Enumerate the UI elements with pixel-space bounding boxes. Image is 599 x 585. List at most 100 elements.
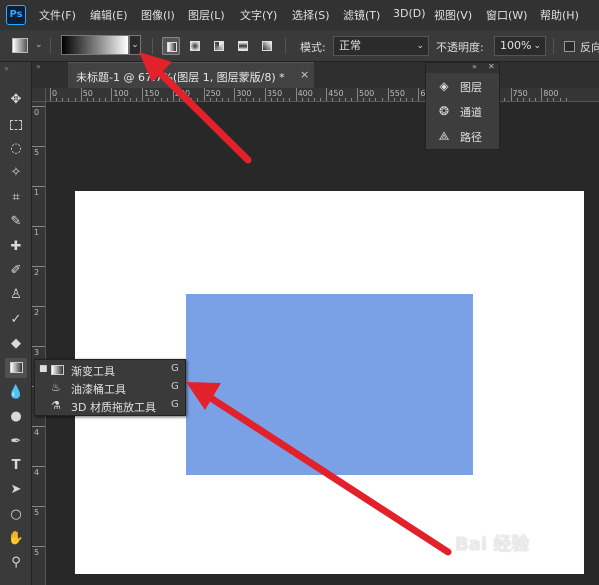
type-tool-icon[interactable]: T — [5, 456, 27, 476]
dodge-tool-icon[interactable]: ● — [5, 407, 27, 427]
ruler-minor-tick — [553, 98, 555, 101]
ruler-minor-tick — [62, 98, 64, 101]
tools-panel: » ✥ ◌ ✧ ⌗ ✎ ✚ ✐ ♙ ✓ ◆ 💧 ● ✒ T ➤ ○ ✋ ⚲ — [0, 62, 32, 585]
close-icon[interactable]: ✕ — [488, 62, 495, 71]
ruler-tick — [541, 88, 543, 101]
radial-gradient-button[interactable] — [186, 37, 204, 55]
ruler-minor-tick — [565, 98, 567, 101]
tool-preset-picker[interactable] — [12, 38, 28, 53]
collapsed-panel-dock: » ✕ ◈ 图层 ❂ 通道 ⟁ 路径 — [425, 62, 500, 150]
healing-brush-icon[interactable]: ✚ — [5, 237, 27, 257]
flyout-item-gradient-tool[interactable]: ■ 渐变工具 G — [35, 361, 187, 379]
active-bullet-icon: ■ — [39, 364, 48, 374]
reverse-checkbox[interactable] — [564, 41, 575, 52]
lasso-tool-icon[interactable]: ◌ — [5, 139, 27, 159]
gradient-dropdown-button[interactable]: ⌄ — [129, 35, 141, 55]
watermark: Bai 经验 — [455, 534, 530, 555]
ruler-minor-tick — [344, 98, 346, 101]
ruler-minor-tick — [228, 98, 230, 101]
ruler-label: 2 — [34, 308, 40, 317]
ruler-minor-tick — [375, 98, 377, 101]
chevron-down-icon[interactable]: ⌄ — [35, 40, 43, 50]
gradient-preview[interactable] — [61, 35, 129, 55]
panel-item-paths[interactable]: ⟁ 路径 — [426, 123, 499, 148]
ruler-label: 450 — [328, 89, 344, 98]
ruler-minor-tick — [56, 98, 58, 101]
menu-help[interactable]: 帮助(H) — [540, 7, 579, 23]
history-brush-icon[interactable]: ✓ — [5, 310, 27, 330]
panel-header: » ✕ — [426, 62, 499, 73]
opacity-field[interactable]: 100% ⌄ — [494, 36, 546, 56]
brush-tool-icon[interactable]: ✐ — [5, 261, 27, 281]
hand-tool-icon[interactable]: ✋ — [5, 529, 27, 549]
ruler-minor-tick — [393, 98, 395, 101]
clone-stamp-icon[interactable]: ♙ — [5, 285, 27, 305]
ruler-label: 500 — [359, 89, 375, 98]
ruler-label: 5 — [34, 508, 40, 517]
paint-bucket-icon: ♨ — [51, 381, 61, 394]
blur-tool-icon[interactable]: 💧 — [5, 383, 27, 403]
flyout-item-3d-material-drop[interactable]: ⚗ 3D 材质拖放工具 G — [35, 397, 187, 415]
menu-type[interactable]: 文字(Y) — [240, 7, 277, 23]
ruler-minor-tick — [68, 98, 70, 101]
eraser-tool-icon[interactable]: ◆ — [5, 334, 27, 354]
mode-select[interactable]: 正常 ⌄ — [333, 36, 429, 56]
menu-layer[interactable]: 图层(L) — [188, 7, 225, 23]
ruler-minor-tick — [271, 98, 273, 101]
angle-gradient-button[interactable] — [210, 37, 228, 55]
panel-grip[interactable]: » — [4, 64, 9, 73]
pen-tool-icon[interactable]: ✒ — [5, 432, 27, 452]
ruler-minor-tick — [338, 98, 340, 101]
menu-select[interactable]: 选择(S) — [292, 7, 330, 23]
ruler-label: 0 — [34, 108, 40, 117]
flyout-item-paint-bucket[interactable]: ♨ 油漆桶工具 G — [35, 379, 187, 397]
ruler-minor-tick — [283, 98, 285, 101]
menu-filter[interactable]: 滤镜(T) — [343, 7, 380, 23]
document-tab[interactable]: 未标题-1 @ 67.7%(图层 1, 图层蒙版/8) * × — [68, 62, 314, 88]
menu-edit[interactable]: 编辑(E) — [90, 7, 128, 23]
path-selection-icon[interactable]: ➤ — [5, 480, 27, 500]
linear-gradient-button[interactable] — [162, 37, 180, 55]
ruler-tick — [264, 88, 266, 101]
panel-item-layers[interactable]: ◈ 图层 — [426, 73, 499, 98]
crop-tool-icon[interactable]: ⌗ — [5, 188, 27, 208]
menu-3d[interactable]: 3D(D) — [393, 7, 426, 20]
paths-icon: ⟁ — [438, 129, 450, 143]
gradient-tool-icon[interactable] — [5, 358, 27, 378]
magic-wand-tool-icon[interactable]: ✧ — [5, 163, 27, 183]
ruler-minor-tick — [332, 98, 334, 101]
ruler-tick — [510, 88, 512, 101]
ruler-label: 800 — [543, 89, 559, 98]
panel-item-label: 图层 — [460, 81, 482, 94]
photoshop-logo: Ps — [6, 5, 26, 25]
panel-item-channels[interactable]: ❂ 通道 — [426, 98, 499, 123]
menu-bar: Ps 文件(F) 编辑(E) 图像(I) 图层(L) 文字(Y) 选择(S) 滤… — [0, 0, 599, 30]
panel-item-label: 路径 — [460, 131, 482, 144]
mode-value: 正常 — [339, 39, 361, 52]
menu-window[interactable]: 窗口(W) — [486, 7, 527, 23]
reflected-gradient-button[interactable] — [234, 37, 252, 55]
move-tool-icon[interactable]: ✥ — [5, 90, 27, 110]
ellipse-tool-icon[interactable]: ○ — [5, 505, 27, 525]
ruler-minor-tick — [314, 98, 316, 101]
ruler-tick — [326, 88, 328, 101]
ruler-minor-tick — [535, 98, 537, 101]
shortcut-key: G — [171, 399, 179, 410]
diamond-gradient-button[interactable] — [258, 37, 276, 55]
ruler-minor-tick — [185, 98, 187, 101]
panel-grip[interactable]: » — [36, 62, 41, 71]
divider — [152, 38, 153, 54]
menu-view[interactable]: 视图(V) — [434, 7, 472, 23]
ruler-tick — [32, 506, 45, 507]
marquee-tool-icon[interactable] — [5, 115, 27, 135]
eyedropper-tool-icon[interactable]: ✎ — [5, 212, 27, 232]
close-icon[interactable]: × — [300, 68, 309, 81]
ruler-label: 5 — [34, 548, 40, 557]
blue-rectangle-layer[interactable] — [186, 294, 473, 475]
menu-image[interactable]: 图像(I) — [141, 7, 175, 23]
ruler-tick — [32, 346, 45, 347]
ruler-tick — [142, 88, 144, 101]
zoom-tool-icon[interactable]: ⚲ — [5, 553, 27, 573]
menu-file[interactable]: 文件(F) — [39, 7, 76, 23]
panel-collapse-icon[interactable]: » — [472, 62, 477, 71]
